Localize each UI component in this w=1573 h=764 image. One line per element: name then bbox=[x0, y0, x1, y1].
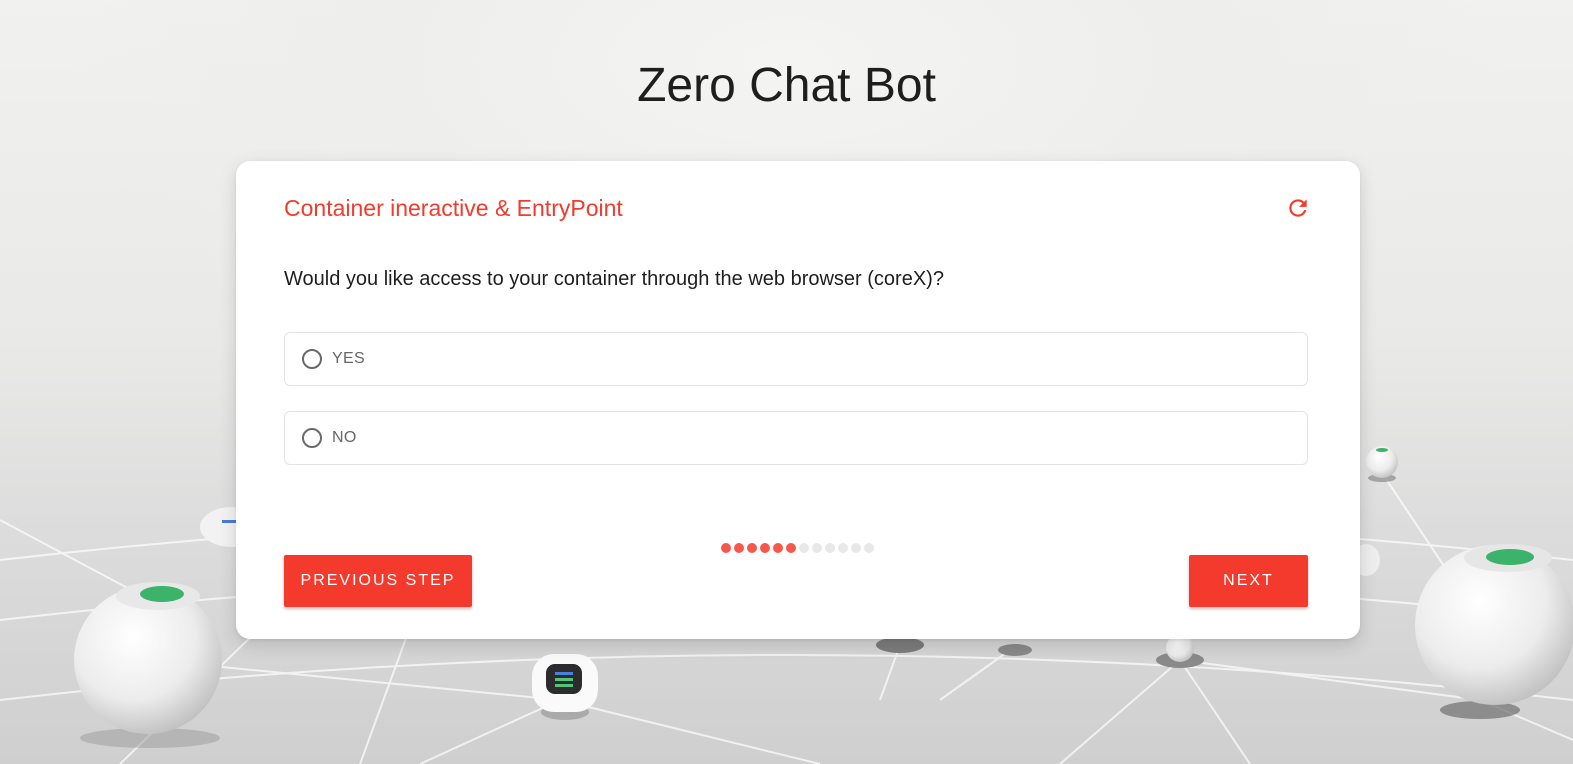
refresh-icon[interactable] bbox=[1285, 195, 1311, 221]
radio-button[interactable] bbox=[302, 349, 322, 369]
next-button[interactable]: NEXT bbox=[1189, 555, 1308, 607]
previous-step-button[interactable]: PREVIOUS STEP bbox=[284, 555, 472, 607]
radio-button[interactable] bbox=[302, 428, 322, 448]
progress-dot bbox=[864, 543, 874, 553]
progress-dot bbox=[812, 543, 822, 553]
progress-dot bbox=[786, 543, 796, 553]
progress-dot bbox=[734, 543, 744, 553]
progress-dot bbox=[825, 543, 835, 553]
option-label: NO bbox=[332, 429, 357, 446]
progress-dot bbox=[747, 543, 757, 553]
option-no[interactable]: NO bbox=[284, 411, 1308, 465]
progress-dot bbox=[799, 543, 809, 553]
option-yes[interactable]: YES bbox=[284, 332, 1308, 386]
progress-dot bbox=[773, 543, 783, 553]
progress-dot bbox=[721, 543, 731, 553]
question-text: Would you like access to your container … bbox=[284, 268, 944, 290]
progress-dot bbox=[760, 543, 770, 553]
step-progress-indicator bbox=[721, 543, 874, 553]
progress-dot bbox=[851, 543, 861, 553]
progress-dot bbox=[838, 543, 848, 553]
page-title: Zero Chat Bot bbox=[637, 59, 936, 112]
step-heading: Container ineractive & EntryPoint bbox=[284, 195, 623, 221]
wizard-card: Container ineractive & EntryPoint Would … bbox=[236, 161, 1360, 639]
option-label: YES bbox=[332, 350, 365, 367]
